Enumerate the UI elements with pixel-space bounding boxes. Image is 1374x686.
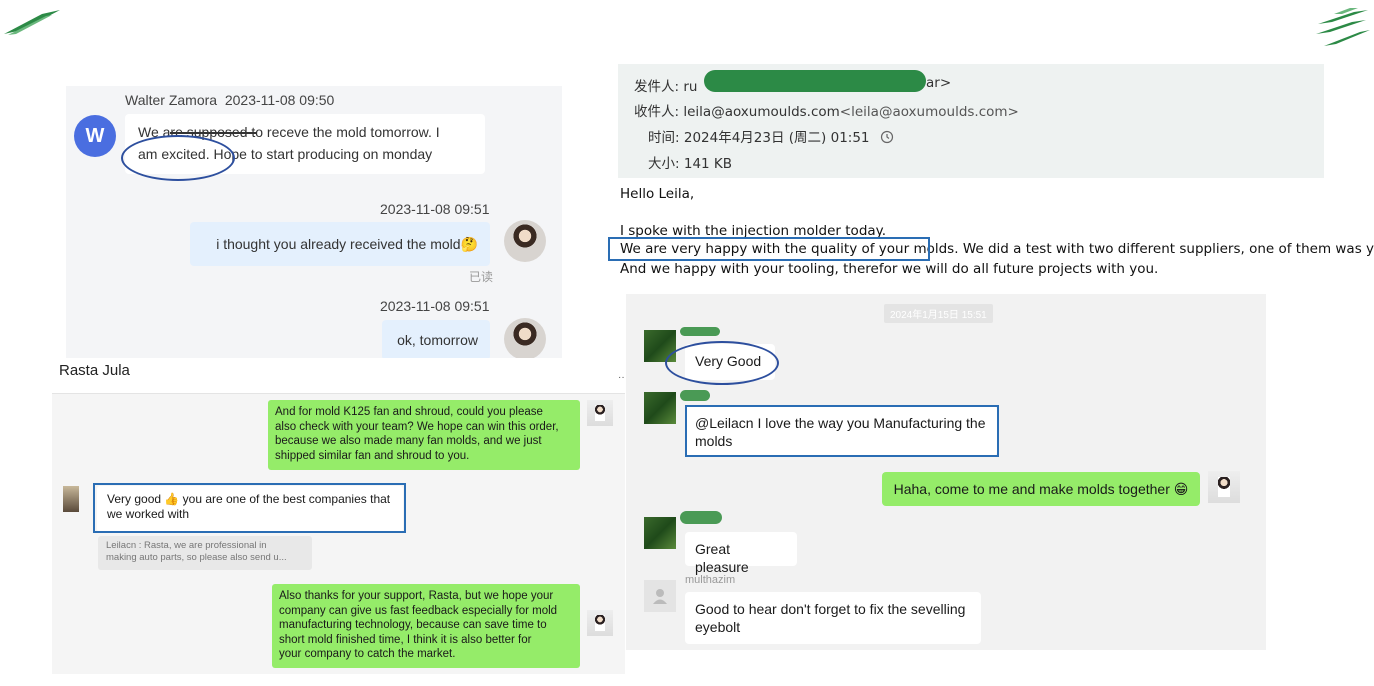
date-divider: 2024年1月15日 15:51 — [884, 304, 993, 323]
quote-line-2: making auto parts, so please also send u… — [106, 552, 287, 563]
msg1-line-3: because we also made many fan molds, and… — [275, 435, 542, 447]
from-value-end: ar> — [926, 75, 952, 91]
to-row: 收件人: leila@aoxumoulds.com<leila@aoxumoul… — [634, 100, 1019, 120]
sender-time: 2023-11-08 09:50 — [224, 92, 335, 108]
default-user-icon — [653, 589, 667, 604]
size-row: 大小: 141 KB — [648, 152, 732, 172]
reply1-time: 2023-11-08 09:51 — [380, 201, 490, 217]
group-message-4: Good to hear don't forget to fix the sev… — [685, 592, 981, 644]
email-header: 发件人: ru ar> 收件人: leila@aoxumoulds.com<le… — [618, 64, 1324, 178]
brand-logo-left — [4, 10, 60, 35]
group-message-3: Great pleasure — [685, 532, 797, 575]
email-greeting: Hello Leila, — [620, 186, 695, 202]
member-name-redacted-1 — [680, 327, 720, 336]
redaction-bar — [704, 70, 926, 92]
email-line-2-rest: We did a test with two different supplie… — [962, 241, 1374, 257]
highlight-oval-very-good — [665, 341, 779, 385]
msg2-line-3: manufacturing technology, because can sa… — [279, 619, 547, 631]
walter-chat-panel: Walter Zamora 2023-11-08 09:50 W We are … — [52, 66, 562, 360]
highlight-box-love-manufacturing — [685, 405, 999, 457]
chat-title-bar: Rasta Jula — [52, 358, 625, 394]
member-avatar-4[interactable] — [644, 580, 676, 612]
msg1-line-2: also check with your team? We hope can w… — [275, 420, 559, 433]
clock-history-icon[interactable] — [880, 130, 894, 144]
from-value-start[interactable]: ru — [683, 79, 697, 95]
own-message-text: Haha, come to me and make molds together — [893, 481, 1170, 497]
read-status: 已读 — [469, 270, 494, 284]
highlight-oval-excited — [121, 135, 235, 181]
msg4-line-1: Good to hear don't forget to fix the sev… — [695, 601, 966, 617]
member-name-redacted-2 — [680, 390, 710, 401]
walter-avatar[interactable]: W — [74, 115, 116, 157]
msg2-line-5: your company to catch the market. — [279, 648, 456, 660]
outgoing-message-2: Also thanks for your support, Rasta, but… — [272, 584, 580, 668]
msg4-line-2: eyebolt — [695, 619, 741, 635]
own-avatar-2[interactable] — [504, 318, 546, 360]
sender-name-line: Walter Zamora 2023-11-08 09:50 — [125, 92, 334, 108]
highlight-box-quality — [608, 237, 930, 261]
thinking-emoji-icon: 🤔 — [460, 236, 478, 252]
to-label: 收件人: — [634, 104, 680, 120]
grin-emoji-icon: 😁 — [1173, 481, 1189, 497]
sender-name: Walter Zamora — [125, 92, 218, 108]
rasta-avatar[interactable] — [63, 486, 79, 512]
time-row: 时间: 2024年4月23日 (周二) 01:51 — [648, 126, 894, 146]
reply2-bubble: ok, tomorrow — [382, 320, 490, 360]
reply2-time: 2023-11-08 09:51 — [380, 298, 490, 314]
from-row: 发件人: ru — [634, 75, 697, 95]
msg2-line-4: short mold finished time, I think it is … — [279, 633, 532, 646]
reply1-bubble: i thought you already received the mold🤔 — [190, 222, 490, 266]
more-dots: ·· — [618, 372, 625, 383]
member-name-redacted-3 — [680, 511, 722, 524]
quoted-message[interactable]: Leilacn : Rasta, we are professional in … — [98, 536, 312, 570]
member-avatar-3[interactable] — [644, 517, 676, 549]
reply1-text: i thought you already received the mold — [216, 236, 461, 252]
to-address[interactable]: leila@aoxumoulds.com — [683, 104, 839, 120]
msg1-line-4: shipped similar fan and shroud to you. — [275, 449, 470, 462]
to-address-full: <leila@aoxumoulds.com> — [839, 104, 1019, 120]
time-value: 2024年4月23日 (周二) 01:51 — [683, 130, 870, 146]
own-avatar-rasta[interactable] — [587, 400, 613, 426]
member-avatar-2[interactable] — [644, 392, 676, 424]
msg2-line-1: Also thanks for your support, Rasta, but… — [279, 590, 554, 602]
email-line-3: And we happy with your tooling, therefor… — [620, 261, 1159, 277]
msg2-line-2: company can give us fast feedback especi… — [279, 604, 558, 617]
outgoing-message-1: And for mold K125 fan and shroud, could … — [268, 400, 580, 470]
chat-title: Rasta Jula — [59, 362, 130, 379]
own-avatar[interactable] — [504, 220, 546, 262]
from-label: 发件人: — [634, 79, 680, 95]
own-avatar-rasta-2[interactable] — [587, 610, 613, 636]
quote-line-1: Leilacn : Rasta, we are professional in — [106, 540, 267, 551]
size-value: 141 KB — [683, 156, 733, 172]
strikethrough-mark — [170, 132, 256, 134]
sender-name-4: multhazim — [685, 574, 736, 586]
msg1-line-1: And for mold K125 fan and shroud, could … — [275, 406, 543, 418]
own-group-message: Haha, come to me and make molds together… — [882, 472, 1200, 506]
walter-chat-area[interactable]: Walter Zamora 2023-11-08 09:50 W We are … — [66, 86, 562, 360]
cropped-header-text — [618, 40, 698, 50]
own-avatar-group[interactable] — [1208, 471, 1240, 503]
reply2-text: ok, tomorrow — [397, 332, 478, 348]
size-label: 大小: — [648, 156, 680, 172]
time-label: 时间: — [648, 130, 680, 146]
highlight-box-best-companies — [93, 483, 406, 533]
